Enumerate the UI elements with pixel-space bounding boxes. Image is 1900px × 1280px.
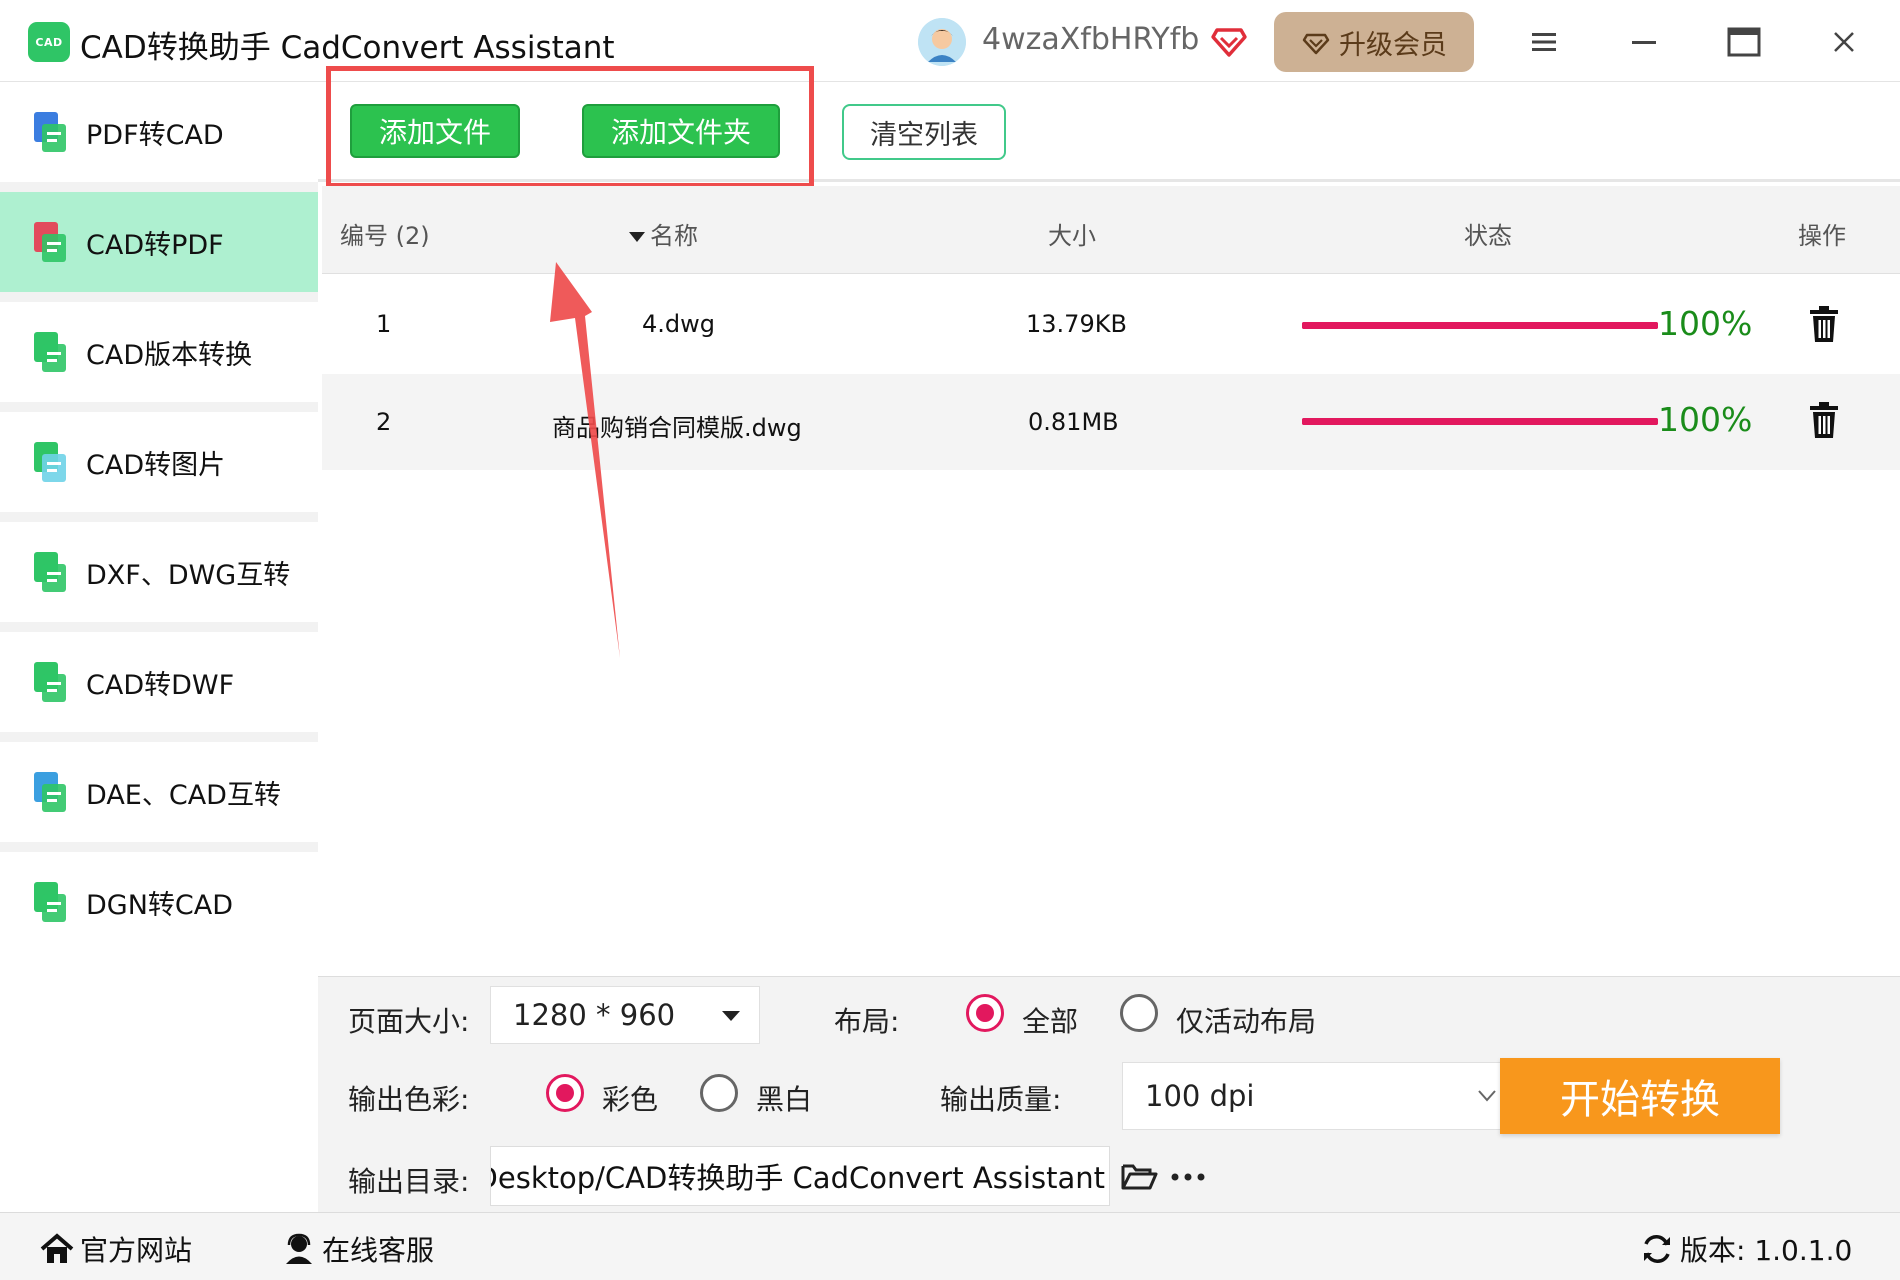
more-options-icon[interactable] <box>1170 1170 1206 1184</box>
color-bw-label: 黑白 <box>756 1083 813 1116</box>
layout-all-label: 全部 <box>1022 1005 1079 1038</box>
cad-to-dwf-icon <box>30 660 70 704</box>
layout-active-label: 仅活动布局 <box>1176 1005 1317 1038</box>
progress-percent: 100% <box>1658 400 1753 439</box>
row-file-size: 13.79KB <box>1026 310 1127 338</box>
sidebar-item-label: PDF转CAD <box>86 119 224 151</box>
online-support-link[interactable]: 在线客服 <box>282 1229 434 1269</box>
sidebar-item-cad-to-pdf[interactable]: CAD转PDF <box>0 192 318 292</box>
output-dir-field[interactable]: 面/Desktop/CAD转换助手 CadConvert Assistant <box>490 1146 1110 1206</box>
sidebar-item-label: CAD转DWF <box>86 669 235 701</box>
row-file-size: 0.81MB <box>1028 408 1119 436</box>
sidebar-item-label: CAD转PDF <box>86 229 224 261</box>
column-status[interactable]: 状态 <box>1464 216 1512 251</box>
sidebar-item-label: DGN转CAD <box>86 889 234 921</box>
annotation-highlight-box <box>326 66 814 188</box>
close-icon[interactable] <box>1822 20 1866 64</box>
delete-trash-icon[interactable] <box>1806 400 1842 440</box>
upgrade-vip-button[interactable]: 升级会员 <box>1274 12 1474 72</box>
sidebar-item-label: DAE、CAD互转 <box>86 779 281 811</box>
diamond-icon <box>1302 33 1330 55</box>
page-size-select[interactable]: 1280 * 960 <box>490 986 760 1044</box>
support-agent-icon <box>286 1233 312 1264</box>
page-size-value: 1280 * 960 <box>513 998 676 1032</box>
row-index: 1 <box>376 310 392 338</box>
website-label: 官方网站 <box>80 1234 193 1267</box>
sidebar-item-label: CAD转图片 <box>86 449 226 481</box>
progress-bar <box>1302 418 1658 425</box>
file-table-header: 编号 (2) 名称 大小 状态 操作 <box>322 186 1900 274</box>
sidebar-item-label: CAD版本转换 <box>86 339 253 371</box>
layout-active-radio[interactable] <box>1120 994 1158 1032</box>
folder-open-icon[interactable] <box>1120 1160 1158 1192</box>
color-bw-radio[interactable] <box>700 1074 738 1112</box>
column-action: 操作 <box>1798 222 1846 250</box>
app-title: CAD转换助手 CadConvert Assistant <box>80 30 615 66</box>
version-label: 版本: 1.0.1.0 <box>1680 1234 1853 1267</box>
upgrade-label: 升级会员 <box>1339 29 1447 61</box>
official-website-link[interactable]: 官方网站 <box>40 1229 192 1269</box>
sidebar-item-cad-to-image[interactable]: CAD转图片 <box>0 412 318 512</box>
sidebar-item-label: DXF、DWG互转 <box>86 559 291 591</box>
column-size[interactable]: 大小 <box>1048 216 1096 251</box>
quality-select[interactable]: 100 dpi <box>1122 1062 1512 1130</box>
progress-bar <box>1302 322 1658 329</box>
row-index: 2 <box>376 408 392 436</box>
chevron-down-icon <box>1478 1090 1496 1102</box>
column-name-label: 名称 <box>650 222 698 250</box>
output-dir-label: 输出目录: <box>348 1165 470 1198</box>
username[interactable]: 4wzaXfbHRYfb <box>982 22 1199 57</box>
cad-version-icon <box>30 330 70 374</box>
color-color-radio[interactable] <box>546 1074 584 1112</box>
color-color-label: 彩色 <box>602 1083 659 1116</box>
logo-text: CAD <box>35 35 63 49</box>
refresh-icon <box>1644 1235 1670 1263</box>
dgn-to-cad-icon <box>30 880 70 924</box>
progress-percent: 100% <box>1658 304 1753 343</box>
color-label: 输出色彩: <box>348 1083 470 1116</box>
delete-trash-icon[interactable] <box>1806 304 1842 344</box>
minimize-icon[interactable] <box>1622 20 1666 64</box>
pdf-to-cad-icon <box>30 110 70 154</box>
sidebar-item-cad-to-dwf[interactable]: CAD转DWF <box>0 632 318 732</box>
chevron-down-icon <box>722 1011 740 1021</box>
quality-value: 100 dpi <box>1145 1079 1255 1113</box>
row-file-name: 4.dwg <box>642 310 715 338</box>
home-icon <box>40 1233 74 1263</box>
output-dir-value: 面/Desktop/CAD转换助手 CadConvert Assistant <box>490 1161 1105 1195</box>
app-logo: CAD <box>28 22 70 62</box>
title-bar: CAD CAD转换助手 CadConvert Assistant 4wzaXfb… <box>0 0 1900 82</box>
layout-label: 布局: <box>834 1005 900 1038</box>
vip-diamond-icon <box>1209 20 1249 60</box>
dxf-dwg-icon <box>30 550 70 594</box>
maximize-icon[interactable] <box>1722 20 1766 64</box>
sidebar-item-cad-version[interactable]: CAD版本转换 <box>0 302 318 402</box>
user-avatar[interactable] <box>918 18 966 66</box>
page-size-label: 页面大小: <box>348 1005 470 1038</box>
sidebar-item-pdf-to-cad[interactable]: PDF转CAD <box>0 82 318 182</box>
sidebar-item-dae-cad[interactable]: DAE、CAD互转 <box>0 742 318 842</box>
menu-icon[interactable] <box>1522 20 1566 64</box>
sidebar-item-dxf-dwg[interactable]: DXF、DWG互转 <box>0 522 318 622</box>
layout-all-radio[interactable] <box>966 994 1004 1032</box>
sidebar: PDF转CAD CAD转PDF CAD版本转换 CAD转图片 DXF、DWG互转… <box>0 82 318 952</box>
dae-cad-icon <box>30 770 70 814</box>
sidebar-item-dgn-to-cad[interactable]: DGN转CAD <box>0 852 318 952</box>
cad-to-image-icon <box>30 440 70 484</box>
start-convert-button[interactable]: 开始转换 <box>1500 1058 1780 1134</box>
column-name[interactable]: 名称 <box>628 216 698 251</box>
version-info[interactable]: 版本: 1.0.1.0 <box>1640 1229 1852 1269</box>
status-bar: 官方网站 在线客服 版本: 1.0.1.0 <box>0 1212 1900 1280</box>
row-file-name: 商品购销合同模版.dwg <box>552 414 802 442</box>
app-window: CAD CAD转换助手 CadConvert Assistant 4wzaXfb… <box>0 0 1900 1280</box>
clear-list-button[interactable]: 清空列表 <box>842 104 1006 160</box>
sort-desc-icon <box>629 232 645 242</box>
quality-label: 输出质量: <box>940 1083 1062 1116</box>
support-label: 在线客服 <box>322 1234 435 1267</box>
column-index[interactable]: 编号 (2) <box>340 216 430 251</box>
cad-to-pdf-icon <box>30 220 70 264</box>
